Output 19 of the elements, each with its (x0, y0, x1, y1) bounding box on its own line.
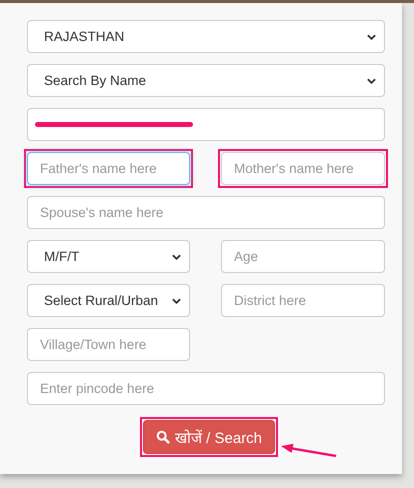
input-field[interactable]: District here (221, 284, 385, 317)
input-field[interactable]: Mother's name here (221, 152, 385, 185)
chevron-down-icon (172, 298, 181, 304)
input-field[interactable]: Village/Town here (27, 328, 190, 361)
dropdown[interactable]: Search By Name (27, 64, 385, 97)
pointer-arrow (280, 443, 338, 459)
chevron-down-icon (367, 78, 376, 84)
input-field[interactable]: Age (221, 240, 385, 273)
chevron-down-icon (367, 34, 376, 40)
input-field[interactable]: Spouse's name here (27, 196, 385, 229)
chevron-down-icon (172, 254, 181, 260)
search-button[interactable]: खोजें / Search (143, 420, 276, 454)
input-field[interactable]: Enter pincode here (27, 372, 385, 405)
dropdown[interactable]: RAJASTHAN (27, 20, 385, 53)
input-field[interactable]: Father's name here (27, 152, 190, 185)
input-field[interactable] (27, 108, 385, 141)
search-icon (156, 430, 170, 444)
dropdown[interactable]: M/F/T (27, 240, 190, 273)
dropdown[interactable]: Select Rural/Urban (27, 284, 190, 317)
